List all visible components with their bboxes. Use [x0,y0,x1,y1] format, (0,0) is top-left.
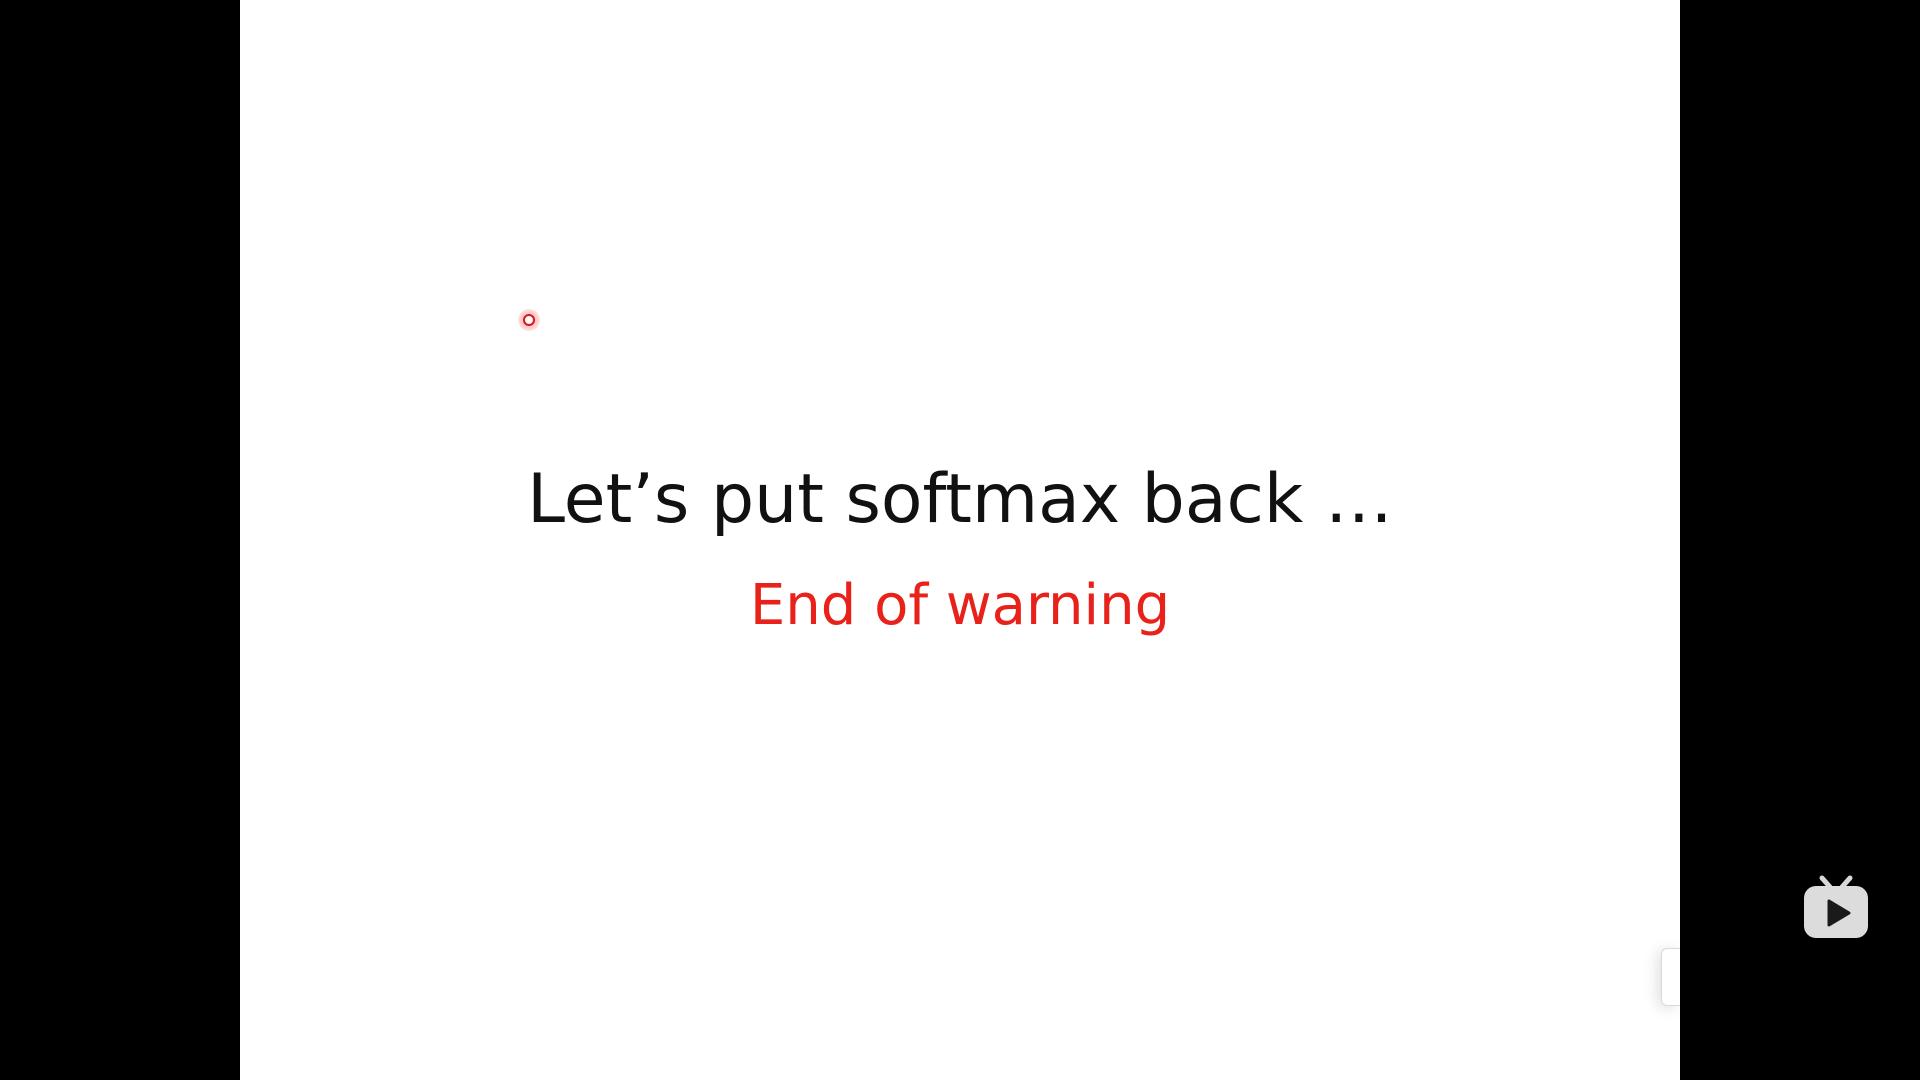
laser-pointer-dot [523,314,535,326]
video-player-logo-icon[interactable] [1800,872,1872,942]
slide-title: Let’s put softmax back … [527,460,1393,539]
presentation-slide: Let’s put softmax back … End of warning [240,0,1680,1080]
video-viewport: Let’s put softmax back … End of warning [0,0,1920,1080]
laser-pointer-icon [518,309,540,331]
tv-play-icon [1804,875,1868,938]
slide-subtitle: End of warning [749,573,1171,638]
side-panel-tab[interactable] [1661,948,1680,1006]
